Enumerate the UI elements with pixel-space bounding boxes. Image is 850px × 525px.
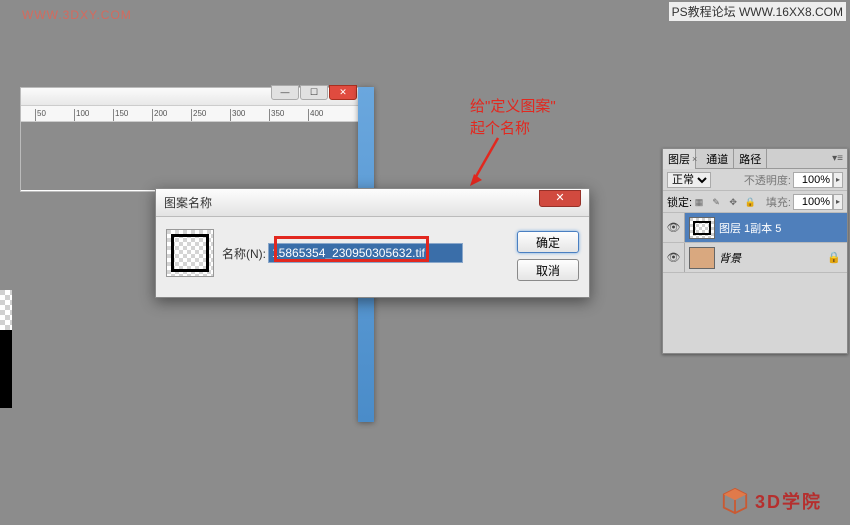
layer-thumbnail[interactable] — [689, 217, 715, 239]
layer-name: 图层 1副本 5 — [719, 220, 847, 236]
pattern-name-input[interactable] — [268, 243, 463, 263]
3d-academy-logo: 3D学院 — [721, 487, 822, 515]
annotation-arrow-icon — [468, 132, 508, 192]
ruler-horizontal: 50100150200250300350400 — [21, 106, 359, 122]
annotation-text: 给"定义图案" 起个名称 — [470, 96, 556, 140]
fill-chevron-icon[interactable]: ▸ — [833, 194, 843, 210]
ok-button[interactable]: 确定 — [517, 231, 579, 253]
lock-position-icon[interactable]: ✥ — [726, 195, 740, 209]
opacity-input[interactable] — [793, 172, 833, 188]
dialog-close-button[interactable]: ✕ — [539, 190, 581, 207]
watermark-top-left: WWW.3DXY.COM — [22, 8, 132, 22]
opacity-label: 不透明度: — [744, 172, 791, 188]
visibility-eye-icon[interactable]: 👁 — [663, 243, 685, 272]
fill-label: 填充: — [766, 194, 791, 210]
lock-transparency-icon[interactable]: ▦ — [692, 195, 706, 209]
document-window: — ☐ ✕ 50100150200250300350400 — [20, 87, 360, 192]
layers-panel: 图层× 通道 路径 ▾≡ 正常 不透明度: ▸ 锁定: ▦ ✎ ✥ 🔒 填充: … — [662, 148, 848, 354]
pattern-preview — [166, 229, 214, 277]
window-close-button[interactable]: ✕ — [329, 85, 357, 100]
document-titlebar: — ☐ ✕ — [21, 88, 359, 106]
layer-item-background[interactable]: 👁 背景 🔒 — [663, 243, 847, 273]
layer-thumbnail[interactable] — [689, 247, 715, 269]
transparency-edge-fragment — [0, 290, 12, 400]
lock-all-icon[interactable]: 🔒 — [743, 195, 757, 209]
tab-channels[interactable]: 通道 — [701, 149, 734, 169]
lock-label: 锁定: — [667, 194, 692, 210]
lock-paint-icon[interactable]: ✎ — [709, 195, 723, 209]
fill-input[interactable] — [793, 194, 833, 210]
layer-list: 👁 图层 1副本 5 👁 背景 🔒 — [663, 213, 847, 353]
cancel-button[interactable]: 取消 — [517, 259, 579, 281]
tab-paths[interactable]: 路径 — [734, 149, 767, 169]
opacity-chevron-icon[interactable]: ▸ — [833, 172, 843, 188]
lock-icon: 🔒 — [821, 251, 847, 264]
layer-name: 背景 — [719, 250, 821, 266]
watermark-top-right: PS教程论坛 WWW.16XX8.COM — [669, 2, 846, 21]
dialog-title: 图案名称 — [164, 194, 212, 211]
panel-menu-icon[interactable]: ▾≡ — [828, 153, 847, 164]
window-maximize-button[interactable]: ☐ — [300, 85, 328, 100]
name-field-label: 名称(N): — [222, 245, 266, 262]
document-canvas[interactable] — [21, 122, 359, 190]
layer-item-selected[interactable]: 👁 图层 1副本 5 — [663, 213, 847, 243]
blend-mode-select[interactable]: 正常 — [667, 172, 711, 188]
visibility-eye-icon[interactable]: 👁 — [663, 213, 685, 242]
cube-icon — [721, 487, 749, 515]
pattern-name-dialog: 图案名称 ✕ 名称(N): 确定 取消 — [155, 188, 590, 298]
window-minimize-button[interactable]: — — [271, 85, 299, 100]
